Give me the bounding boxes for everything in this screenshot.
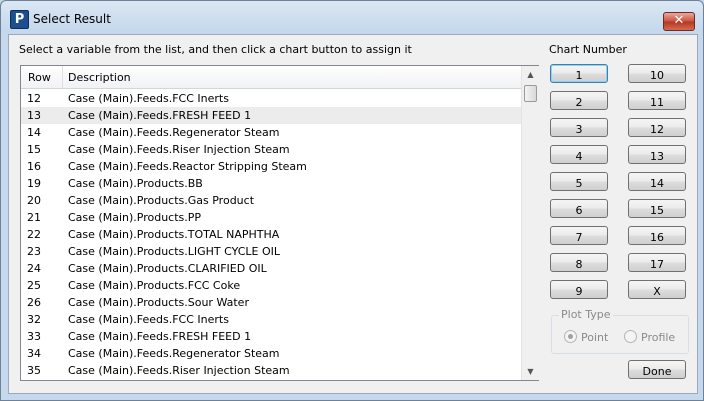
- table-row[interactable]: 33 Case (Main).Feeds.FRESH FEED 1: [21, 328, 521, 345]
- close-button[interactable]: ✕: [663, 12, 695, 31]
- table-row[interactable]: 21 Case (Main).Products.PP: [21, 209, 521, 226]
- scroll-down-icon[interactable]: ▼: [522, 363, 539, 380]
- chart-button-3[interactable]: 3: [550, 118, 608, 137]
- chart-button-13[interactable]: 13: [628, 145, 686, 164]
- row-description: Case (Main).Products.CLARIFIED OIL: [68, 262, 267, 275]
- row-number: 13: [27, 109, 41, 122]
- row-description: Case (Main).Feeds.FRESH FEED 1: [68, 109, 252, 122]
- table-row[interactable]: 32 Case (Main).Feeds.FCC Inerts: [21, 311, 521, 328]
- row-description: Case (Main).Products.Sour Water: [68, 296, 249, 309]
- row-number: 15: [27, 143, 41, 156]
- list-header: Row Description: [21, 66, 521, 89]
- table-row[interactable]: 24 Case (Main).Products.CLARIFIED OIL: [21, 260, 521, 277]
- row-description: Case (Main).Feeds.FRESH FEED 1: [68, 330, 252, 343]
- plot-type-group: Plot Type Point Profile: [551, 308, 689, 354]
- scroll-up-icon[interactable]: ▲: [522, 66, 539, 83]
- table-row[interactable]: 35 Case (Main).Feeds.Riser Injection Stea…: [21, 362, 521, 379]
- chart-button-1[interactable]: 1: [550, 64, 608, 83]
- table-row[interactable]: 13 Case (Main).Feeds.FRESH FEED 1: [21, 107, 521, 124]
- table-row[interactable]: 20 Case (Main).Products.Gas Product: [21, 192, 521, 209]
- vertical-scrollbar[interactable]: ▲ ▼: [521, 66, 539, 380]
- plot-type-title: Plot Type: [559, 308, 613, 321]
- table-row[interactable]: 23 Case (Main).Products.LIGHT CYCLE OIL: [21, 243, 521, 260]
- dialog-body: Select a variable from the list, and the…: [8, 34, 698, 394]
- radio-point-label: Point: [581, 331, 609, 344]
- row-number: 34: [27, 347, 41, 360]
- table-row[interactable]: 25 Case (Main).Products.FCC Coke: [21, 277, 521, 294]
- row-number: 35: [27, 364, 41, 377]
- row-number: 33: [27, 330, 41, 343]
- row-number: 25: [27, 279, 41, 292]
- instruction-text: Select a variable from the list, and the…: [19, 43, 412, 56]
- chart-number-label: Chart Number: [549, 43, 627, 56]
- table-row[interactable]: 14 Case (Main).Feeds.Regenerator Steam: [21, 124, 521, 141]
- chart-button-15[interactable]: 15: [628, 199, 686, 218]
- row-description: Case (Main).Feeds.FCC Inerts: [68, 313, 229, 326]
- row-description: Case (Main).Feeds.Riser Injection Steam: [68, 364, 290, 377]
- row-description: Case (Main).Products.BB: [68, 177, 203, 190]
- chart-button-2[interactable]: 2: [550, 91, 608, 110]
- row-description: Case (Main).Feeds.Reactor Stripping Stea…: [68, 160, 307, 173]
- chart-button-11[interactable]: 11: [628, 91, 686, 110]
- table-row[interactable]: 26 Case (Main).Products.Sour Water: [21, 294, 521, 311]
- radio-point[interactable]: Point: [564, 330, 608, 344]
- chart-button-16[interactable]: 16: [628, 226, 686, 245]
- table-row[interactable]: 34 Case (Main).Feeds.Regenerator Steam: [21, 345, 521, 362]
- row-number: 14: [27, 126, 41, 139]
- chart-button-10[interactable]: 10: [628, 64, 686, 83]
- chart-button-4[interactable]: 4: [550, 145, 608, 164]
- table-row[interactable]: 16 Case (Main).Feeds.Reactor Stripping St…: [21, 158, 521, 175]
- title-bar: P Select Result ✕: [1, 1, 703, 35]
- row-number: 32: [27, 313, 41, 326]
- row-number: 24: [27, 262, 41, 275]
- chart-button-8[interactable]: 8: [550, 253, 608, 272]
- chart-button-9[interactable]: 9: [550, 280, 608, 299]
- row-number: 22: [27, 228, 41, 241]
- radio-profile-indicator[interactable]: [624, 330, 637, 343]
- row-number: 26: [27, 296, 41, 309]
- table-row[interactable]: 22 Case (Main).Products.TOTAL NAPHTHA: [21, 226, 521, 243]
- chart-button-14[interactable]: 14: [628, 172, 686, 191]
- scroll-thumb[interactable]: [524, 85, 537, 102]
- radio-profile-label: Profile: [641, 331, 676, 344]
- column-divider[interactable]: [62, 66, 63, 88]
- table-row[interactable]: 15 Case (Main).Feeds.Riser Injection Stea…: [21, 141, 521, 158]
- row-description: Case (Main).Products.PP: [68, 211, 202, 224]
- chart-button-17[interactable]: 17: [628, 253, 686, 272]
- select-result-dialog: P Select Result ✕ Select a variable from…: [0, 0, 704, 401]
- row-number: 23: [27, 245, 41, 258]
- row-description: Case (Main).Products.LIGHT CYCLE OIL: [68, 245, 281, 258]
- table-row[interactable]: 19 Case (Main).Products.BB: [21, 175, 521, 192]
- radio-point-indicator[interactable]: [564, 330, 577, 343]
- row-number: 21: [27, 211, 41, 224]
- row-number: 20: [27, 194, 41, 207]
- radio-profile[interactable]: Profile: [624, 330, 675, 344]
- column-header-description[interactable]: Description: [68, 71, 131, 84]
- row-description: Case (Main).Feeds.FCC Inerts: [68, 92, 229, 105]
- list-rows: 12 Case (Main).Feeds.FCC Inerts 13 Case (Ma…: [21, 90, 521, 379]
- variable-list[interactable]: Row Description 12 Case (Main).Feeds.FCC …: [20, 65, 539, 381]
- row-description: Case (Main).Products.FCC Coke: [68, 279, 241, 292]
- window-title: Select Result: [33, 12, 111, 26]
- row-number: 12: [27, 92, 41, 105]
- chart-button-6[interactable]: 6: [550, 199, 608, 218]
- done-button[interactable]: Done: [628, 360, 686, 379]
- chart-button-12[interactable]: 12: [628, 118, 686, 137]
- row-description: Case (Main).Feeds.Regenerator Steam: [68, 347, 280, 360]
- chart-button-5[interactable]: 5: [550, 172, 608, 191]
- table-row[interactable]: 12 Case (Main).Feeds.FCC Inerts: [21, 90, 521, 107]
- chart-button-7[interactable]: 7: [550, 226, 608, 245]
- row-description: Case (Main).Products.TOTAL NAPHTHA: [68, 228, 280, 241]
- row-number: 16: [27, 160, 41, 173]
- row-number: 19: [27, 177, 41, 190]
- row-description: Case (Main).Products.Gas Product: [68, 194, 255, 207]
- chart-button-x[interactable]: X: [628, 280, 686, 299]
- row-description: Case (Main).Feeds.Regenerator Steam: [68, 126, 280, 139]
- column-header-row[interactable]: Row: [28, 71, 51, 84]
- row-description: Case (Main).Feeds.Riser Injection Steam: [68, 143, 290, 156]
- app-logo-icon: P: [10, 10, 29, 29]
